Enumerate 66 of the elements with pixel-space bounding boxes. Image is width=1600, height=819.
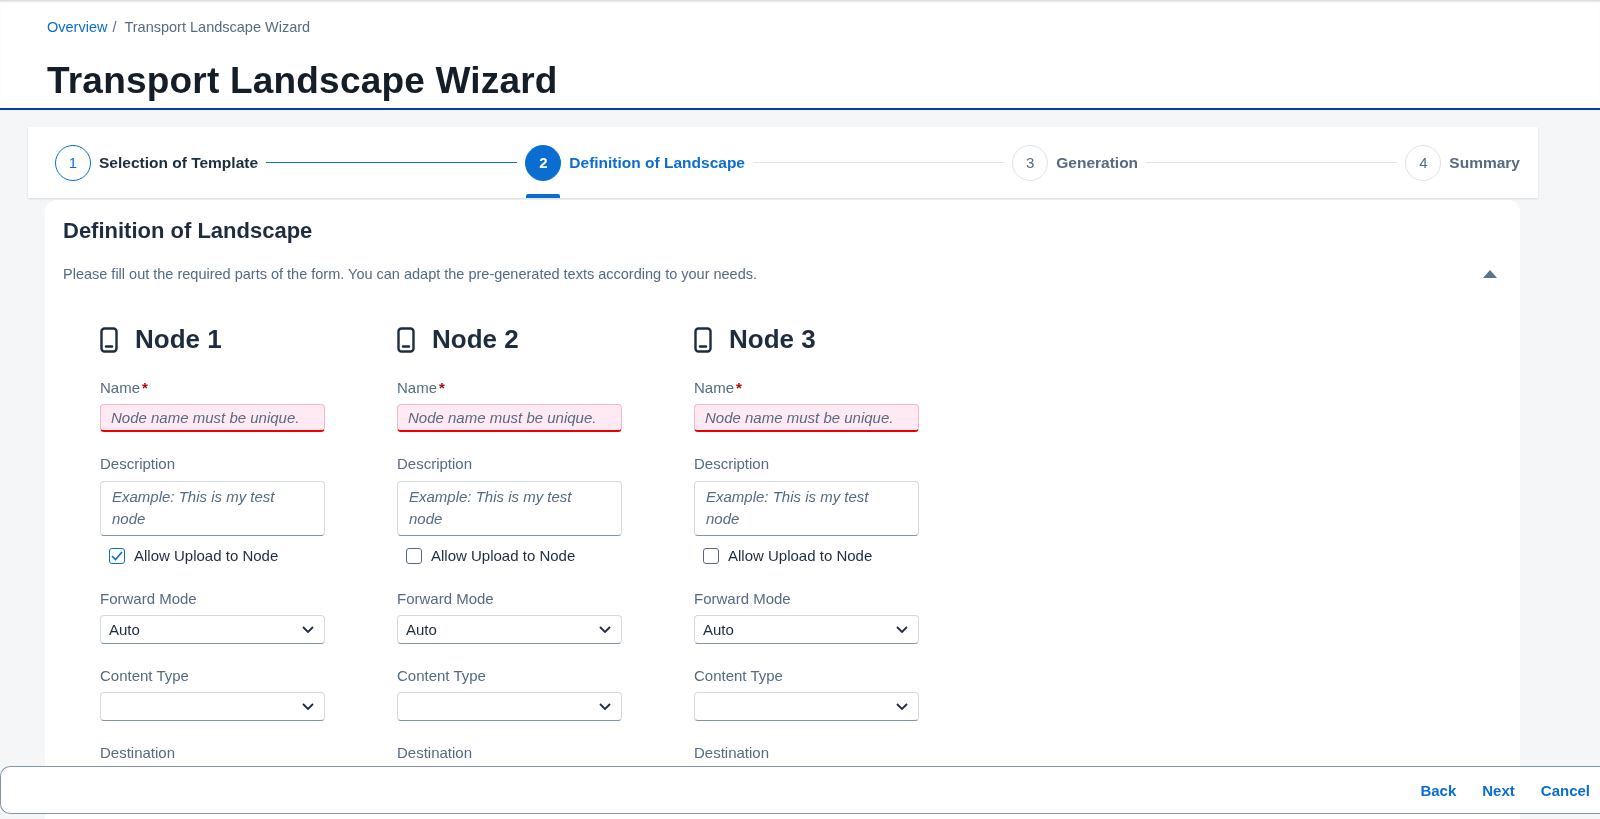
step-number: 2	[525, 144, 562, 181]
field-label: Destination	[397, 744, 473, 761]
chevron-down-icon	[302, 625, 314, 634]
description-text-area[interactable]: Example: This is my test node	[397, 481, 622, 536]
forward-mode-select[interactable]: Auto	[397, 615, 622, 644]
field-label: Description	[397, 455, 473, 472]
required-mark: *	[439, 379, 445, 396]
description-text-area[interactable]: Example: This is my test node	[100, 481, 325, 536]
name-input-field[interactable]: Node name must be unique.	[100, 404, 325, 432]
checkbox[interactable]	[406, 547, 422, 564]
field-label: Destination	[100, 744, 176, 761]
field-label: Forward Mode	[694, 590, 791, 607]
chevron-down-icon	[599, 625, 611, 634]
field-label: Name	[397, 379, 437, 396]
checkbox[interactable]	[703, 547, 719, 564]
name-input-field[interactable]: Node name must be unique.	[397, 404, 622, 432]
section-description: Please fill out the required parts of the form. You can adapt the pre-generated texts according to your needs.	[63, 266, 758, 282]
footer-button[interactable]: Back	[1412, 775, 1465, 805]
content-type-select[interactable]	[100, 692, 325, 721]
chevron-down-icon	[302, 702, 314, 711]
breadcrumb-separator: /	[112, 19, 117, 35]
forward-mode-select[interactable]: Auto	[694, 615, 919, 644]
page-title: Transport Landscape Wizard	[47, 61, 559, 102]
field-label: Content Type	[397, 667, 486, 684]
field-label: Forward Mode	[397, 590, 494, 607]
step-number: 4	[1405, 144, 1442, 181]
node-title: Node 2	[432, 324, 519, 355]
checkbox[interactable]	[109, 547, 125, 564]
field-label: Description	[100, 455, 176, 472]
node-title: Node 1	[135, 324, 222, 355]
content-type-select[interactable]	[694, 692, 919, 721]
wizard-step[interactable]: 2 Definition of Landscape	[525, 127, 745, 198]
phone-icon	[100, 326, 118, 353]
description-text-area[interactable]: Example: This is my test node	[694, 481, 919, 536]
required-mark: *	[142, 379, 148, 396]
field-label: Content Type	[694, 667, 783, 684]
phone-icon	[397, 326, 415, 353]
chevron-down-icon	[896, 702, 908, 711]
chevron-down-icon	[896, 625, 908, 634]
step-number: 3	[1012, 144, 1049, 181]
field-label: Destination	[694, 744, 770, 761]
field-label: Content Type	[100, 667, 189, 684]
checkbox-label[interactable]: Allow Upload to Node	[431, 547, 576, 564]
checkbox-label[interactable]: Allow Upload to Node	[134, 547, 279, 564]
breadcrumb-link[interactable]: Overview	[47, 19, 108, 35]
node-title: Node 3	[729, 324, 816, 355]
field-label: Name	[100, 379, 140, 396]
section-title: Definition of Landscape	[63, 218, 314, 244]
wizard-step[interactable]: 3 Generation	[1012, 127, 1139, 198]
field-label: Description	[694, 455, 770, 472]
phone-icon	[694, 326, 712, 353]
field-label: Forward Mode	[100, 590, 197, 607]
footer-button[interactable]: Cancel	[1532, 775, 1598, 805]
content-type-select[interactable]	[397, 692, 622, 721]
field-label: Name	[694, 379, 734, 396]
name-input-field[interactable]: Node name must be unique.	[694, 404, 919, 432]
wizard-step[interactable]: 1 Selection of Template	[55, 127, 259, 198]
step-number: 1	[55, 144, 91, 181]
forward-mode-select[interactable]: Auto	[100, 615, 325, 644]
footer-button[interactable]: Next	[1474, 775, 1523, 805]
collapse-icon[interactable]	[1483, 270, 1497, 278]
checkbox-label[interactable]: Allow Upload to Node	[728, 547, 873, 564]
wizard-step[interactable]: 4 Summary	[1405, 127, 1520, 198]
breadcrumb-current: Transport Landscape Wizard	[124, 19, 311, 35]
chevron-down-icon	[599, 702, 611, 711]
required-mark: *	[736, 379, 742, 396]
